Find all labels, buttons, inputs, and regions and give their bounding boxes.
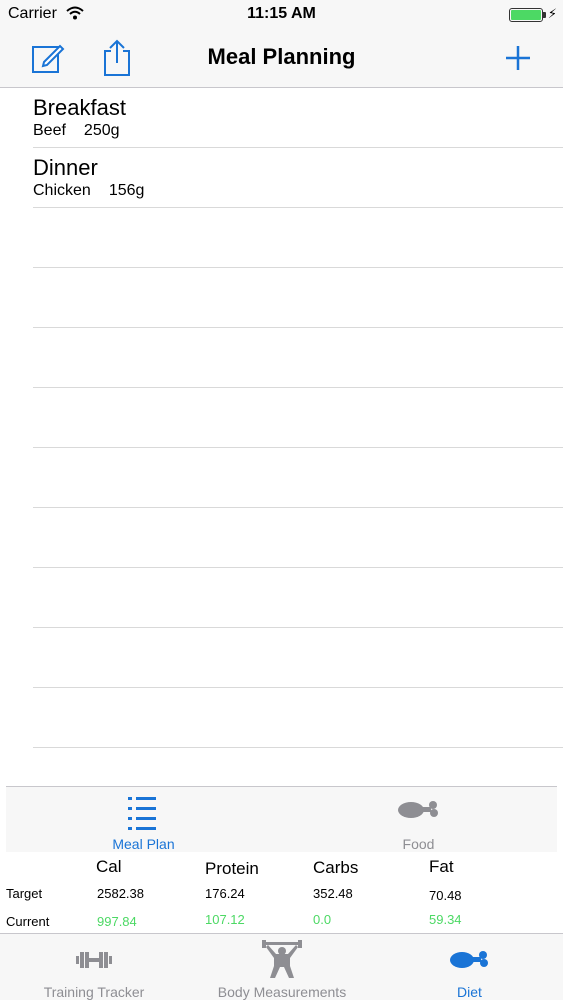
main-tab-bar: Training Tracker Body Measurements Diet	[0, 933, 563, 1000]
tab-diet-label: Diet	[457, 984, 482, 1000]
meal-row-breakfast[interactable]: Breakfast Beef 250g	[33, 88, 563, 148]
empty-row	[33, 688, 563, 748]
drumstick-icon	[449, 951, 488, 968]
empty-row	[33, 508, 563, 568]
weightlifter-icon	[262, 940, 302, 978]
meal-amount: 156g	[108, 182, 145, 199]
current-cal: 997.84	[97, 914, 137, 929]
tab-meal-plan-label: Meal Plan	[112, 836, 175, 852]
meal-title: Dinner	[33, 155, 98, 180]
target-label: Target	[6, 886, 43, 901]
meal-title: Breakfast	[33, 95, 126, 120]
current-protein: 107.12	[205, 912, 245, 927]
page-title: Meal Planning	[207, 44, 356, 69]
meal-detail: Chicken 156g	[33, 182, 144, 200]
target-carbs: 352.48	[313, 886, 353, 901]
target-fat: 70.48	[429, 888, 462, 903]
current-label: Current	[6, 914, 50, 929]
list-icon	[128, 797, 156, 830]
tab-meal-plan[interactable]: Meal Plan	[6, 787, 281, 853]
target-cal: 2582.38	[97, 886, 144, 901]
empty-row	[33, 268, 563, 328]
empty-row	[33, 388, 563, 448]
empty-row	[33, 208, 563, 268]
empty-row	[33, 448, 563, 508]
add-icon	[506, 46, 530, 70]
meal-detail: Beef 250g	[33, 122, 120, 140]
meal-row-dinner[interactable]: Dinner Chicken 156g	[33, 148, 563, 208]
header-protein: Protein	[205, 859, 259, 878]
meal-amount: 250g	[83, 122, 120, 139]
current-fat: 59.34	[429, 912, 462, 927]
meal-list: Breakfast Beef 250g Dinner Chicken 156g	[0, 88, 563, 748]
diet-segment-bar: Meal Plan Food	[6, 786, 557, 852]
navigation-bar: Meal Planning	[0, 30, 563, 88]
tab-body-measurements-label: Body Measurements	[217, 984, 347, 1000]
header-cal: Cal	[96, 857, 122, 876]
nutrition-summary: Cal Protein Carbs Fat Target 2582.38 176…	[0, 852, 563, 934]
current-carbs: 0.0	[313, 912, 332, 927]
tab-diet[interactable]: Diet	[376, 934, 563, 1000]
header-carbs: Carbs	[313, 858, 359, 877]
tab-training-tracker[interactable]: Training Tracker	[0, 934, 188, 1000]
battery-icon	[509, 8, 543, 22]
empty-row	[33, 568, 563, 628]
status-time: 11:15 AM	[247, 5, 316, 22]
target-protein: 176.24	[205, 886, 245, 901]
dumbbell-icon	[76, 952, 112, 968]
tab-food[interactable]: Food	[281, 787, 556, 853]
battery-tip	[543, 12, 546, 18]
tab-training-tracker-label: Training Tracker	[43, 984, 145, 1000]
drumstick-icon	[398, 801, 438, 818]
status-bar: Carrier 11:15 AM ⚡	[0, 0, 563, 30]
empty-row	[33, 328, 563, 388]
header-fat: Fat	[429, 857, 454, 876]
tab-food-label: Food	[402, 836, 435, 852]
tab-body-measurements[interactable]: Body Measurements	[188, 934, 376, 1000]
charging-icon: ⚡	[547, 6, 557, 21]
add-meal-button[interactable]	[498, 36, 538, 80]
empty-row	[33, 628, 563, 688]
meal-food: Chicken	[33, 182, 91, 199]
meal-food: Beef	[33, 122, 66, 139]
